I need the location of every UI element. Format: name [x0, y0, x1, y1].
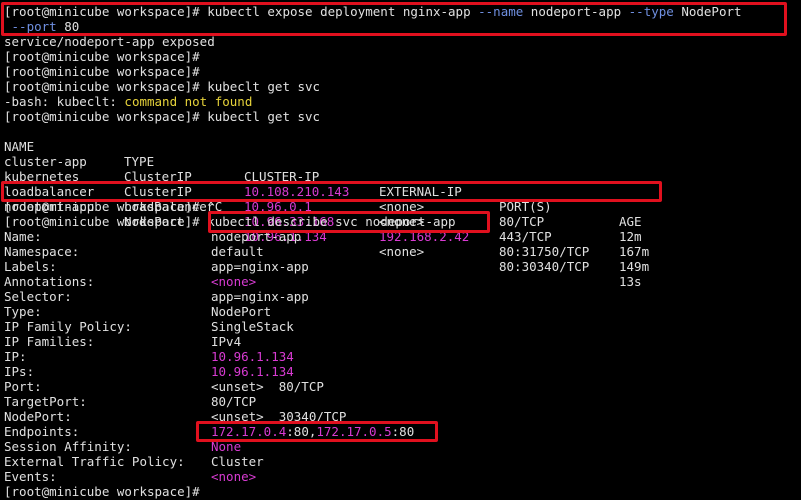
table-row: kubernetes ClusterIP 10.96.0.1 <none> 44…	[4, 169, 650, 259]
terminal-line: [root@minicube workspace]# kubeclt get s…	[4, 79, 321, 94]
highlight-box-expose-command	[1, 2, 787, 36]
highlight-box-describe-command	[208, 211, 490, 233]
describe-row: TargetPort: 80/TCP	[4, 394, 257, 409]
describe-row: Selector: app=nginx-app	[4, 289, 309, 304]
describe-row: IP: 10.96.1.134	[4, 349, 294, 364]
terminal-error: -bash: kubeclt: command not found	[4, 94, 253, 109]
describe-row: Events: <none>	[4, 469, 257, 484]
highlight-box-endpoints	[196, 421, 438, 442]
describe-row: Annotations: <none>	[4, 274, 257, 289]
table-row: cluster-app ClusterIP 10.108.210.143 <no…	[4, 154, 642, 244]
describe-row: Type: NodePort	[4, 304, 272, 319]
describe-row: IP Families: IPv4	[4, 334, 242, 349]
terminal-prompt: [root@minicube workspace]#	[4, 64, 200, 79]
describe-row: Labels: app=nginx-app	[4, 259, 309, 274]
describe-row: IPs: 10.96.1.134	[4, 364, 294, 379]
terminal-line: [root@minicube workspace]# kubectl get s…	[4, 109, 321, 124]
describe-row: External Traffic Policy: Cluster	[4, 454, 264, 469]
table-header: NAME TYPE CLUSTER-IP EXTERNAL-IP PORT(S)…	[4, 139, 642, 229]
terminal-output: service/nodeport-app exposed	[4, 34, 215, 49]
describe-row: Namespace: default	[4, 244, 264, 259]
highlight-box-nodeport-row	[1, 181, 662, 202]
terminal-window[interactable]: [root@minicube workspace]# kubectl expos…	[0, 0, 801, 500]
describe-row: IP Family Policy: SingleStack	[4, 319, 294, 334]
terminal-prompt: [root@minicube workspace]#	[4, 49, 200, 64]
describe-row: Port: <unset> 80/TCP	[4, 379, 324, 394]
terminal-prompt: [root@minicube workspace]#	[4, 484, 200, 499]
